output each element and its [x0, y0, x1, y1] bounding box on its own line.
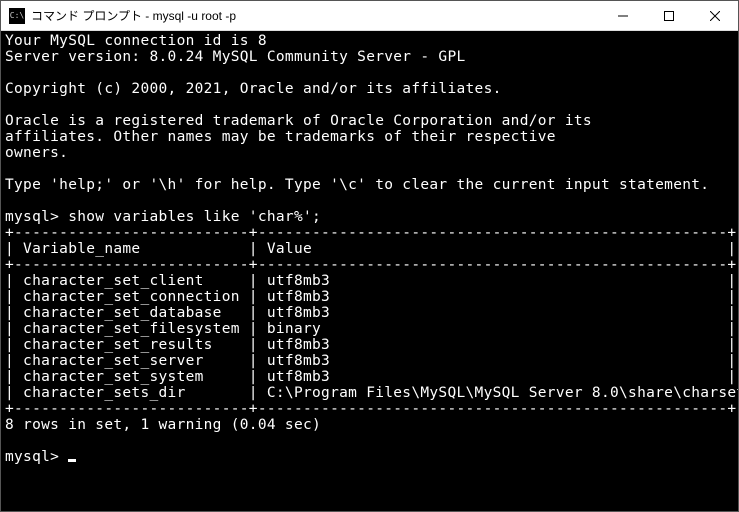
- table-separator-bot: +--------------------------+------------…: [5, 401, 736, 417]
- table-row: | character_sets_dir | C:\Program Files\…: [5, 385, 738, 401]
- window-titlebar: C:\ コマンド プロンプト - mysql -u root -p: [1, 1, 738, 31]
- trademark-line-1: Oracle is a registered trademark of Orac…: [5, 113, 592, 129]
- table-row: | character_set_server | utf8mb3 |: [5, 353, 736, 369]
- table-row: | character_set_results | utf8mb3 |: [5, 337, 736, 353]
- close-button[interactable]: [692, 1, 738, 30]
- cmd-icon-label: C:\: [10, 12, 24, 20]
- mysql-prompt-query: mysql> show variables like 'char%';: [5, 209, 321, 225]
- terminal-output[interactable]: Your MySQL connection id is 8 Server ver…: [1, 31, 738, 511]
- cursor: [68, 459, 76, 462]
- copyright-line: Copyright (c) 2000, 2021, Oracle and/or …: [5, 81, 502, 97]
- trademark-line-2: affiliates. Other names may be trademark…: [5, 129, 556, 145]
- table-row: | character_set_system | utf8mb3 |: [5, 369, 736, 385]
- server-version-line: Server version: 8.0.24 MySQL Community S…: [5, 49, 466, 65]
- table-separator-mid: +--------------------------+------------…: [5, 257, 736, 273]
- table-row: | character_set_database | utf8mb3 |: [5, 305, 736, 321]
- minimize-button[interactable]: [600, 1, 646, 30]
- maximize-button[interactable]: [646, 1, 692, 30]
- window-controls: [600, 1, 738, 30]
- help-line: Type 'help;' or '\h' for help. Type '\c'…: [5, 177, 709, 193]
- table-row: | character_set_connection | utf8mb3 |: [5, 289, 736, 305]
- table-row: | character_set_client | utf8mb3 |: [5, 273, 736, 289]
- cmd-icon: C:\: [9, 8, 25, 24]
- trademark-line-3: owners.: [5, 145, 68, 161]
- result-summary: 8 rows in set, 1 warning (0.04 sec): [5, 417, 321, 433]
- table-separator-top: +--------------------------+------------…: [5, 225, 736, 241]
- window-title: コマンド プロンプト - mysql -u root -p: [31, 7, 600, 24]
- mysql-prompt: mysql>: [5, 449, 68, 465]
- table-header-row: | Variable_name | Value |: [5, 241, 736, 257]
- connection-id-line: Your MySQL connection id is 8: [5, 33, 267, 49]
- table-row: | character_set_filesystem | binary |: [5, 321, 736, 337]
